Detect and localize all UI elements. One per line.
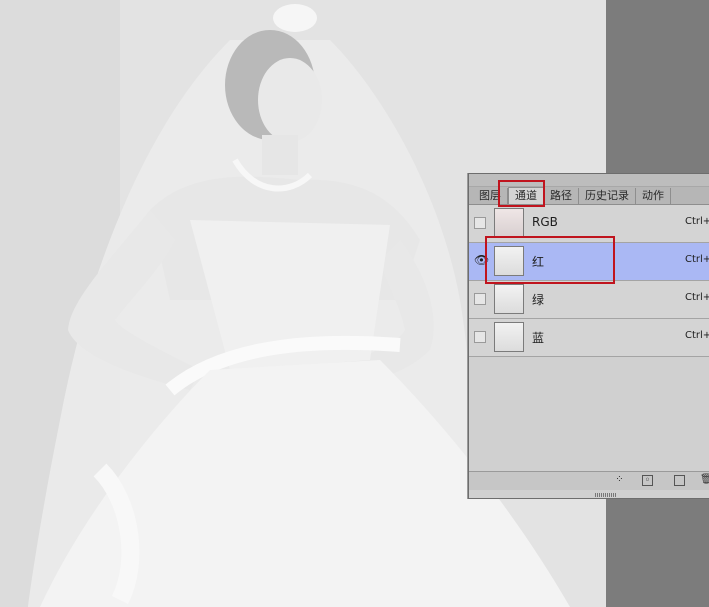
- save-selection-icon[interactable]: ◦: [642, 475, 653, 486]
- channel-shortcut: Ctrl+4: [685, 292, 709, 303]
- visibility-toggle[interactable]: [474, 293, 486, 305]
- resize-grip-icon[interactable]: [595, 493, 617, 497]
- channel-thumbnail: [494, 284, 524, 314]
- channel-name: RGB: [532, 215, 558, 229]
- channel-row-blue[interactable]: 蓝 Ctrl+5: [469, 319, 709, 357]
- channel-thumbnail: [494, 322, 524, 352]
- annotation-box-red-channel: [485, 236, 615, 284]
- channel-thumbnail: [494, 208, 524, 238]
- tab-paths[interactable]: 路径: [544, 188, 579, 204]
- new-channel-icon[interactable]: [674, 475, 685, 486]
- annotation-box-channels-tab: [498, 180, 545, 207]
- channel-shortcut: Ctrl+2: [685, 216, 709, 227]
- channel-row-green[interactable]: 绿 Ctrl+4: [469, 281, 709, 319]
- channel-name: 蓝: [532, 331, 545, 345]
- visibility-toggle[interactable]: [474, 217, 486, 229]
- panel-footer: ⁘ ◦ 🗑: [469, 471, 709, 490]
- tab-actions[interactable]: 动作: [636, 188, 671, 204]
- channel-shortcut: Ctrl+5: [685, 330, 709, 341]
- tab-history[interactable]: 历史记录: [579, 188, 636, 204]
- channels-panel: 图层 通道 路径 历史记录 动作 RGB Ctrl+2 👁 红 Ctrl+3 绿…: [468, 173, 709, 499]
- visibility-toggle[interactable]: [474, 331, 486, 343]
- channel-shortcut: Ctrl+3: [685, 254, 709, 265]
- channel-name: 绿: [532, 293, 545, 307]
- delete-channel-icon[interactable]: 🗑: [700, 475, 709, 486]
- load-selection-icon[interactable]: ⁘: [614, 475, 625, 486]
